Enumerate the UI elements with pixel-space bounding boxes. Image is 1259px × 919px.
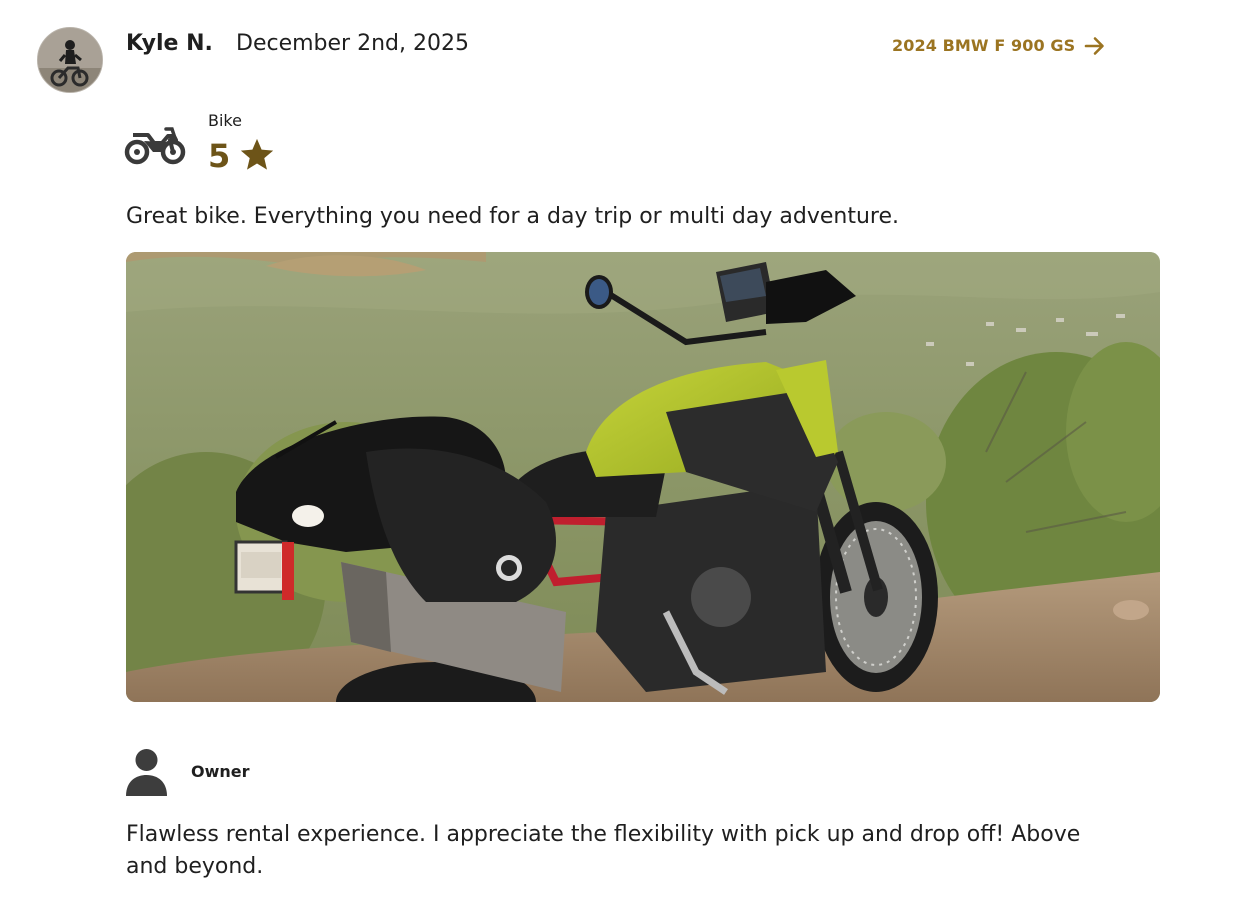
reviewer-name: Kyle N. bbox=[126, 31, 213, 56]
review-photo[interactable] bbox=[126, 252, 1160, 702]
vehicle-link[interactable]: 2024 BMW F 900 GS bbox=[892, 31, 1107, 61]
rider-photo-thumbnail bbox=[38, 28, 102, 92]
reviewer-avatar bbox=[37, 27, 103, 93]
star-icon bbox=[240, 138, 274, 170]
owner-label: Owner bbox=[191, 762, 250, 781]
owner-reply-text: Flawless rental experience. I appreciate… bbox=[126, 822, 1081, 879]
arrow-right-icon bbox=[1084, 37, 1105, 55]
review-text: Great bike. Everything you need for a da… bbox=[126, 204, 899, 229]
rating-category-label: Bike bbox=[208, 111, 242, 130]
vehicle-link-label: 2024 BMW F 900 GS bbox=[892, 36, 1076, 55]
person-icon bbox=[126, 749, 167, 796]
motorcycle-photo bbox=[126, 252, 1160, 702]
review-date: December 2nd, 2025 bbox=[236, 31, 469, 56]
rating-score: 5 bbox=[208, 137, 231, 175]
motorcycle-icon bbox=[124, 127, 186, 165]
